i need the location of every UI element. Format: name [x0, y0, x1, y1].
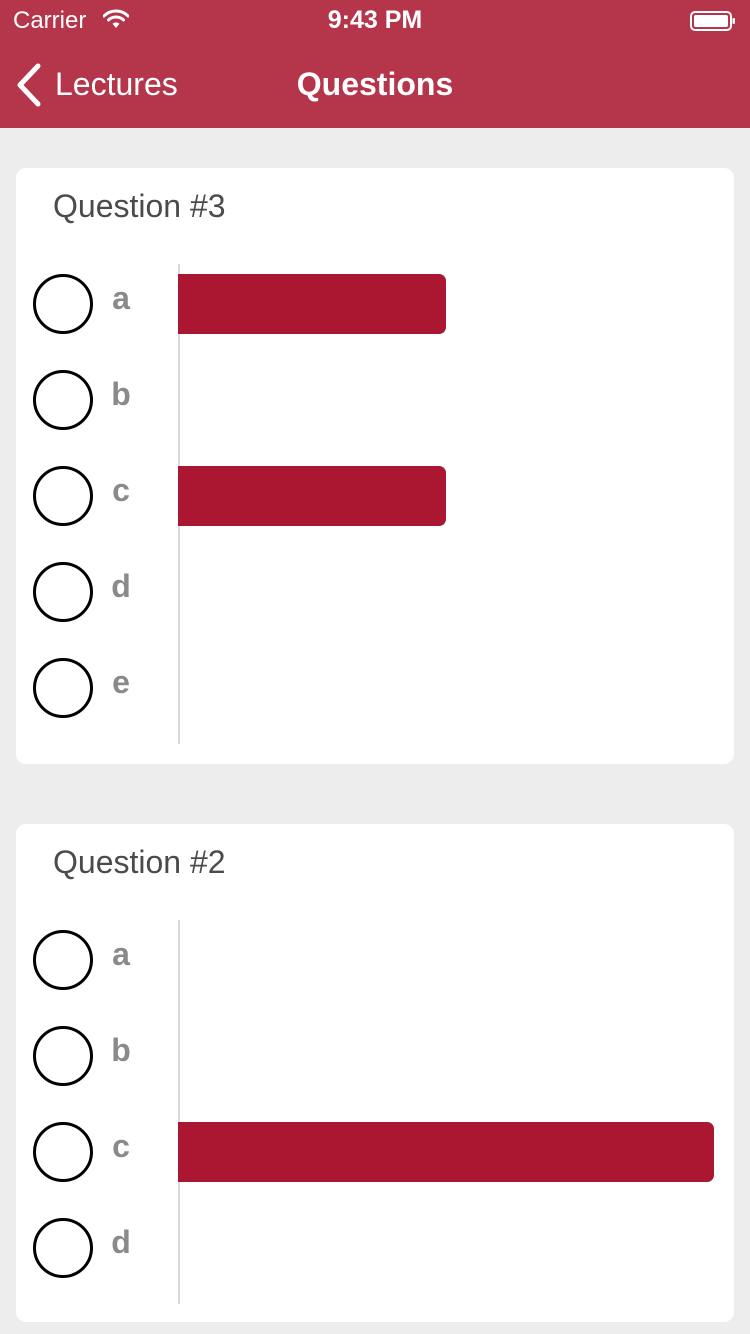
- navigation-bar: Carrier 9:43 PM Lectures Questions: [0, 0, 750, 128]
- answer-bar: [178, 466, 446, 526]
- answer-radio[interactable]: [33, 1218, 93, 1278]
- answer-label: d: [111, 1224, 131, 1260]
- answer-label: a: [112, 280, 130, 316]
- answer-radio[interactable]: [33, 466, 93, 526]
- answer-label: c: [112, 472, 130, 508]
- answer-bar: [178, 1122, 714, 1182]
- question-card: Question #3 a b c d e: [16, 168, 734, 764]
- answer-option: d: [16, 1200, 734, 1296]
- answer-label: e: [112, 664, 130, 700]
- question-card: Question #2 a b c d: [16, 824, 734, 1322]
- answer-option: b: [16, 352, 734, 448]
- page-title: Questions: [296, 66, 454, 102]
- answer-option: e: [16, 640, 734, 736]
- answer-radio[interactable]: [33, 1122, 93, 1182]
- battery-icon: [690, 11, 735, 31]
- answer-bar: [178, 274, 446, 334]
- answer-radio[interactable]: [33, 930, 93, 990]
- answer-label: b: [111, 376, 131, 412]
- answer-option: d: [16, 544, 734, 640]
- question-title: Question #3: [53, 188, 226, 224]
- answer-label: b: [111, 1032, 131, 1068]
- answer-radio[interactable]: [33, 562, 93, 622]
- status-time: 9:43 PM: [327, 6, 423, 34]
- question-title: Question #2: [53, 844, 226, 880]
- answer-option: a: [16, 256, 734, 352]
- answer-radio[interactable]: [33, 658, 93, 718]
- answer-radio[interactable]: [33, 370, 93, 430]
- status-bar: Carrier 9:43 PM: [0, 0, 750, 40]
- answer-label: a: [112, 936, 130, 972]
- answer-label: d: [111, 568, 131, 604]
- answer-option: a: [16, 912, 734, 1008]
- answer-option: b: [16, 1008, 734, 1104]
- answer-radio[interactable]: [33, 1026, 93, 1086]
- answer-option: c: [16, 448, 734, 544]
- answer-radio[interactable]: [33, 274, 93, 334]
- answer-label: c: [112, 1128, 130, 1164]
- answer-option: c: [16, 1104, 734, 1200]
